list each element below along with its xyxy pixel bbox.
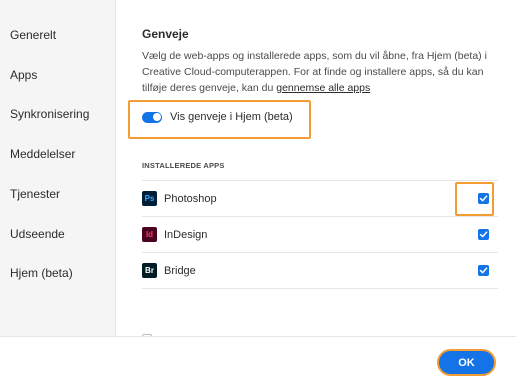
checkmark-icon [479, 231, 488, 238]
preferences-dialog: Generelt Apps Synkronisering Meddelelser… [0, 0, 516, 386]
app-name: InDesign [164, 228, 208, 241]
photoshop-icon: Ps [142, 191, 157, 206]
bridge-checkbox[interactable] [478, 265, 489, 276]
section-description: Vælg de web-apps og installerede apps, s… [142, 48, 502, 96]
indesign-icon: Id [142, 227, 157, 242]
sidebar-item-synkronisering[interactable]: Synkronisering [10, 107, 89, 121]
app-name: Photoshop [164, 192, 217, 205]
app-row-bridge: Br Bridge [142, 253, 498, 289]
checkbox-highlight-frame [455, 182, 494, 216]
sidebar-item-meddelelser[interactable]: Meddelelser [10, 147, 75, 161]
show-shortcuts-label: Vis genveje i Hjem (beta) [170, 111, 293, 123]
main-panel: Genveje Vælg de web-apps og installerede… [117, 0, 516, 336]
bridge-icon: Br [142, 263, 157, 278]
app-name: Bridge [164, 264, 196, 277]
browse-all-apps-link[interactable]: gennemse alle apps [276, 82, 370, 94]
ok-button[interactable]: OK [437, 349, 496, 376]
sidebar-item-hjem-beta[interactable]: Hjem (beta) [10, 266, 73, 280]
sidebar-item-generelt[interactable]: Generelt [10, 28, 56, 42]
section-title: Genveje [142, 27, 189, 41]
app-row-indesign: Id InDesign [142, 217, 498, 253]
indesign-checkbox[interactable] [478, 229, 489, 240]
checkmark-icon [479, 267, 488, 274]
toggle-knob [152, 113, 161, 121]
sidebar-item-udseende[interactable]: Udseende [10, 227, 65, 241]
show-shortcuts-toggle[interactable] [142, 111, 162, 123]
installed-apps-header: INSTALLEREDE APPS [142, 161, 225, 170]
sidebar-item-tjenester[interactable]: Tjenester [10, 187, 60, 201]
app-row-photoshop: Ps Photoshop [142, 181, 498, 217]
sidebar-item-apps[interactable]: Apps [10, 68, 37, 82]
sidebar: Generelt Apps Synkronisering Meddelelser… [0, 0, 116, 336]
show-shortcuts-toggle-row[interactable]: Vis genveje i Hjem (beta) [142, 111, 293, 123]
